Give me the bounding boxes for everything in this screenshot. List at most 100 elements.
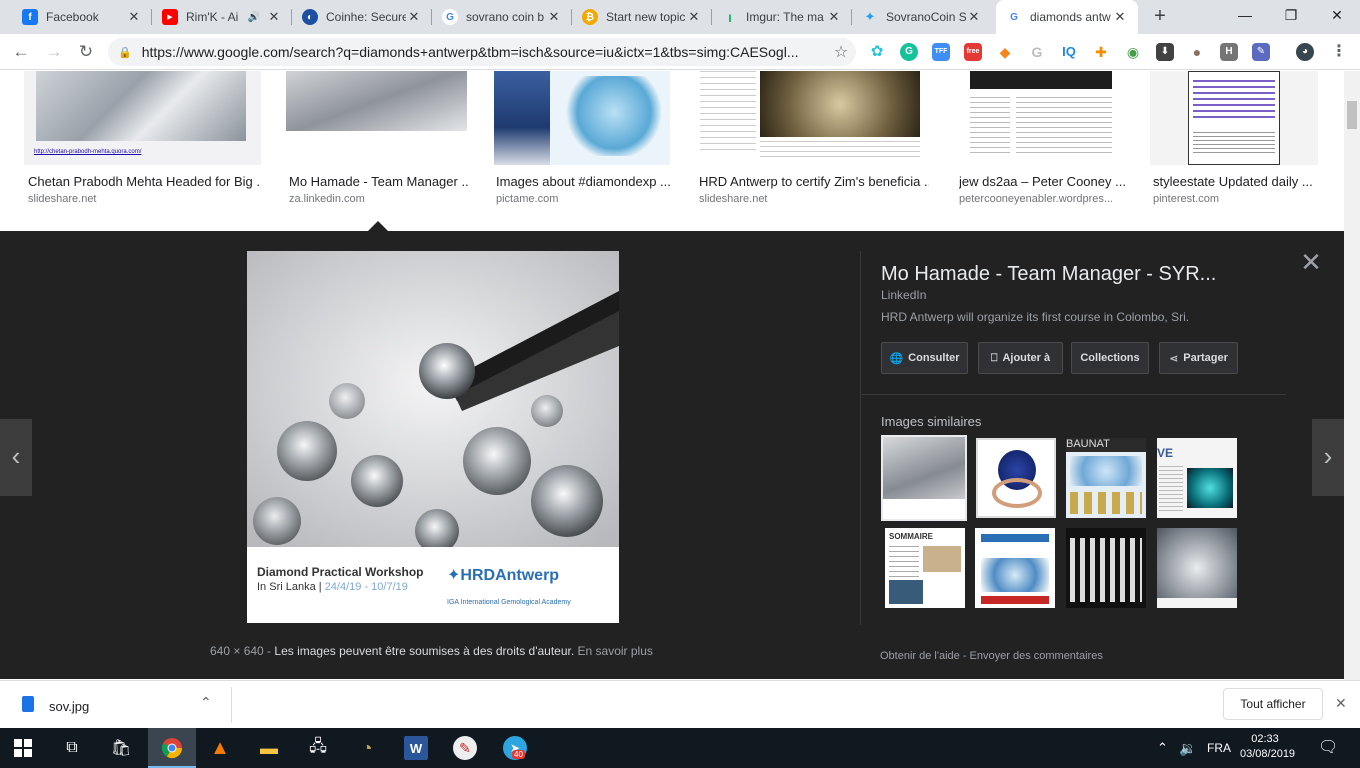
- window-close-button[interactable]: ✕: [1314, 0, 1360, 30]
- result-title-3[interactable]: Images about #diamondexp ...: [496, 174, 674, 189]
- ext-11-icon[interactable]: ●: [1188, 43, 1206, 61]
- tab-twitter[interactable]: ✦ SovranoCoin S ✕: [852, 0, 992, 34]
- similar-image-3[interactable]: BAUNAT: [1066, 438, 1146, 518]
- tab-google-diamonds[interactable]: G diamonds antw ✕: [996, 0, 1138, 34]
- result-title-6[interactable]: styleestate Updated daily ...: [1153, 174, 1313, 189]
- tab-google-sovrano[interactable]: G sovrano coin b ✕: [432, 0, 572, 34]
- result-thumbnail-6[interactable]: [1150, 71, 1318, 165]
- collections-button[interactable]: Collections: [1071, 342, 1149, 374]
- notification-center-icon[interactable]: 🗨: [1318, 728, 1338, 768]
- tab-coinhe[interactable]: ◐ Coinhe: Secure ✕: [292, 0, 432, 34]
- tab-bitcoin[interactable]: ₿ Start new topic ✕: [572, 0, 712, 34]
- close-preview-icon[interactable]: ✕: [1298, 249, 1324, 275]
- bookmark-star-icon[interactable]: ☆: [826, 42, 856, 62]
- ext-h-icon[interactable]: H: [1220, 43, 1238, 61]
- address-bar[interactable]: 🔒 https://www.google.com/search?q=diamon…: [108, 38, 856, 66]
- page-scrollbar[interactable]: [1344, 71, 1360, 680]
- tab-youtube[interactable]: ▶ Rim'K - Ai 🔊 ✕: [152, 0, 292, 34]
- vlc-icon[interactable]: ▲: [208, 736, 232, 760]
- similar-image-8[interactable]: [1157, 528, 1237, 608]
- speaker-icon[interactable]: 🔉: [1179, 728, 1196, 768]
- ext-tff-icon[interactable]: TFF: [932, 43, 950, 61]
- similar-image-1[interactable]: [881, 435, 967, 521]
- profile-avatar-icon[interactable]: ◕: [1296, 43, 1314, 61]
- tab-close-icon[interactable]: ✕: [406, 9, 422, 25]
- system-clock[interactable]: 02:33 03/08/2019: [1240, 732, 1295, 762]
- file-explorer-icon[interactable]: ▬: [257, 736, 281, 760]
- chrome-taskbar-icon[interactable]: [160, 736, 184, 760]
- preview-title[interactable]: Mo Hamade - Team Manager - SYR...: [881, 263, 1261, 286]
- download-filename[interactable]: sov.jpg: [49, 699, 89, 714]
- result-source-3[interactable]: pictame.com: [496, 193, 674, 205]
- forward-button[interactable]: →: [42, 40, 66, 64]
- preview-site[interactable]: LinkedIn: [881, 288, 926, 302]
- result-title-5[interactable]: jew ds2aa – Peter Cooney ...: [959, 174, 1129, 189]
- share-button[interactable]: ⋖ Partager: [1159, 342, 1238, 374]
- word-icon[interactable]: W: [404, 736, 428, 760]
- iq-icon[interactable]: IQ: [1060, 43, 1078, 61]
- chevron-up-icon[interactable]: ⌃: [200, 694, 212, 711]
- result-title-1[interactable]: Chetan Prabodh Mehta Headed for Big ...: [28, 174, 260, 189]
- result-source-4[interactable]: slideshare.net: [699, 193, 929, 205]
- result-source-5[interactable]: petercooneyenabler.wordpres...: [959, 193, 1129, 205]
- similar-image-5[interactable]: SOMMAIRE: [885, 528, 965, 608]
- feedback-link[interactable]: Envoyer des commentaires: [970, 650, 1103, 662]
- ext-9-icon[interactable]: ◉: [1124, 43, 1142, 61]
- previous-image-button[interactable]: ‹: [0, 419, 32, 496]
- result-thumbnail-4[interactable]: [696, 71, 930, 165]
- tab-close-icon[interactable]: ✕: [266, 9, 282, 25]
- ext-13-icon[interactable]: ✎: [1252, 43, 1270, 61]
- similar-image-7[interactable]: [1066, 528, 1146, 608]
- tab-facebook[interactable]: f Facebook ✕: [12, 0, 152, 34]
- tab-close-icon[interactable]: ✕: [826, 9, 842, 25]
- app-compass-icon[interactable]: ✎: [453, 736, 477, 760]
- result-source-1[interactable]: slideshare.net: [28, 193, 260, 205]
- result-source-6[interactable]: pinterest.com: [1153, 193, 1313, 205]
- result-thumbnail-3[interactable]: [494, 71, 670, 165]
- download-ext-icon[interactable]: ⬇: [1156, 43, 1174, 61]
- tab-close-icon[interactable]: ✕: [126, 9, 142, 25]
- result-source-2[interactable]: za.linkedin.com: [289, 193, 469, 205]
- next-image-button[interactable]: ›: [1312, 419, 1344, 496]
- back-button[interactable]: ←: [9, 40, 33, 64]
- similar-image-4[interactable]: VE: [1157, 438, 1237, 518]
- url-text[interactable]: https://www.google.com/search?q=diamonds…: [142, 44, 826, 60]
- tab-imgur[interactable]: ı Imgur: The ma ✕: [712, 0, 852, 34]
- metamask-icon[interactable]: ◆: [996, 43, 1014, 61]
- ext-8-icon[interactable]: ✚: [1092, 43, 1110, 61]
- result-thumbnail-1[interactable]: http://chetan-prabodh-mehta.quora.com/: [24, 71, 261, 165]
- scrollbar-thumb[interactable]: [1347, 101, 1357, 129]
- show-all-button[interactable]: Tout afficher: [1223, 688, 1323, 720]
- grammarly-icon[interactable]: G: [900, 43, 918, 61]
- audio-playing-icon[interactable]: 🔊: [248, 12, 260, 23]
- start-button[interactable]: [11, 736, 35, 760]
- save-to-button[interactable]: ⎕ Ajouter à: [978, 342, 1063, 374]
- result-title-2[interactable]: Mo Hamade - Team Manager ...: [289, 174, 469, 189]
- visit-button[interactable]: 🌐 Consulter: [881, 342, 968, 374]
- network-app-icon[interactable]: 🖧: [306, 736, 330, 760]
- result-title-4[interactable]: HRD Antwerp to certify Zim's beneficia .…: [699, 174, 929, 189]
- ext-free-icon[interactable]: free: [964, 43, 982, 61]
- similar-image-2[interactable]: [976, 438, 1056, 518]
- result-thumbnail-2[interactable]: [286, 71, 467, 165]
- ext-1-icon[interactable]: ✿: [868, 43, 886, 61]
- tray-expand-icon[interactable]: ⌃: [1157, 728, 1168, 768]
- language-indicator[interactable]: FRA: [1207, 728, 1231, 768]
- lock-icon[interactable]: 🔒: [118, 46, 132, 59]
- help-link[interactable]: Obtenir de l'aide: [880, 650, 960, 662]
- maximize-button[interactable]: ❐: [1268, 0, 1314, 30]
- preview-image[interactable]: Diamond Practical Workshop In Sri Lanka …: [247, 251, 619, 623]
- league-icon[interactable]: ◔: [355, 736, 379, 760]
- store-icon[interactable]: 🛍: [109, 736, 133, 760]
- result-thumbnail-5[interactable]: [956, 71, 1126, 165]
- task-view-icon[interactable]: ⧉: [60, 736, 84, 760]
- google-ext-icon[interactable]: G: [1028, 43, 1046, 61]
- browser-menu-icon[interactable]: ⋮: [1330, 43, 1348, 61]
- tab-close-icon[interactable]: ✕: [966, 9, 982, 25]
- tab-close-icon[interactable]: ✕: [686, 9, 702, 25]
- tab-close-icon[interactable]: ✕: [1112, 9, 1128, 25]
- similar-image-6[interactable]: [975, 528, 1055, 608]
- download-bar-close-icon[interactable]: ✕: [1335, 695, 1347, 712]
- minimize-button[interactable]: —: [1222, 0, 1268, 30]
- reload-button[interactable]: ↻: [74, 40, 98, 64]
